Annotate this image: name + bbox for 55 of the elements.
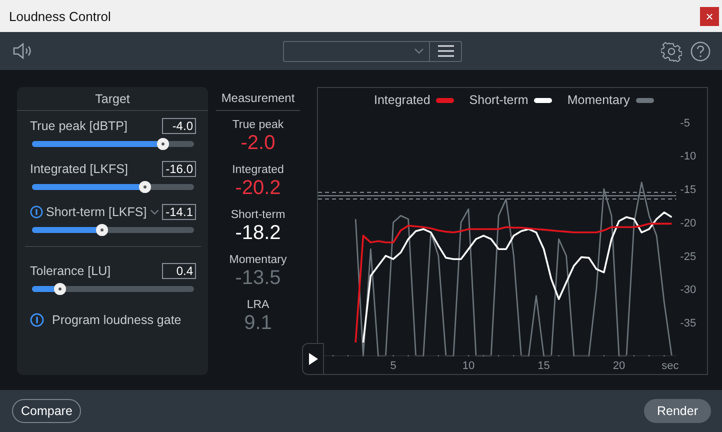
x-tick-label: 15 <box>538 360 550 372</box>
value-field[interactable]: -14.1 <box>162 204 196 220</box>
toggle-icon[interactable] <box>30 313 44 327</box>
play-button[interactable] <box>302 343 324 375</box>
x-tick-label: 10 <box>462 360 475 372</box>
x-tick-label: 5 <box>390 360 396 372</box>
value-field[interactable]: -16.0 <box>162 161 196 177</box>
column-title: Measurement <box>216 87 300 111</box>
panel-title: Target <box>17 87 208 111</box>
slider-thumb[interactable] <box>157 138 170 150</box>
compare-button[interactable]: Compare <box>12 399 82 423</box>
meter-label: True peak <box>232 119 284 131</box>
meter-value: -2.0 <box>240 132 276 155</box>
meter-label: Integrated <box>232 164 284 176</box>
slider-label: Short-term [LKFS] <box>46 205 147 219</box>
slider-label: True peak [dBTP] <box>30 119 128 133</box>
y-tick-label: -35 <box>680 317 696 330</box>
chevron-icon <box>414 48 424 54</box>
x-tick-label: 20 <box>612 360 626 372</box>
help-icon[interactable] <box>690 40 711 62</box>
meter-value: 9.1 <box>244 312 272 335</box>
meter-label: LRA <box>246 299 270 311</box>
legend-label: Integrated <box>374 93 430 107</box>
slider-thumb[interactable] <box>54 283 66 295</box>
value-field[interactable]: 0.4 <box>162 263 196 279</box>
meter-value: -18.2 <box>235 222 281 245</box>
slider-label: Tolerance [LU] <box>30 264 112 278</box>
legend-label: Short-term <box>469 93 528 107</box>
y-tick-label: -25 <box>680 250 696 263</box>
slider-thumb[interactable] <box>96 224 108 236</box>
menu-icon <box>438 45 454 57</box>
x-axis-label: sec <box>662 360 679 372</box>
y-tick-label: -10 <box>680 150 696 163</box>
play-icon <box>308 353 318 365</box>
legend-label: Momentary <box>567 93 630 107</box>
close-button[interactable]: × <box>700 6 719 26</box>
render-button[interactable]: Render <box>644 399 711 423</box>
meter-label: Short-term <box>230 209 286 221</box>
meter-value: -20.2 <box>235 177 281 200</box>
chevron-icon[interactable] <box>150 209 159 215</box>
window-title: Loudness Control <box>9 8 111 24</box>
y-tick-label: -15 <box>680 184 696 196</box>
y-tick-label: -30 <box>680 284 696 296</box>
slider-thumb[interactable] <box>139 181 152 193</box>
menu-button[interactable] <box>429 40 462 62</box>
y-tick-label: -5 <box>680 117 690 130</box>
settings-icon[interactable] <box>661 40 682 62</box>
y-tick-label: -20 <box>680 217 696 230</box>
toggle-icon[interactable] <box>30 205 43 219</box>
value-field[interactable]: -4.0 <box>162 118 196 134</box>
speaker-icon[interactable] <box>12 42 34 60</box>
meter-value: -13.5 <box>235 267 281 290</box>
slider-label: Integrated [LKFS] <box>30 162 129 176</box>
meter-label: Momentary <box>229 254 287 266</box>
toggle-label: Program loudness gate <box>52 313 182 327</box>
